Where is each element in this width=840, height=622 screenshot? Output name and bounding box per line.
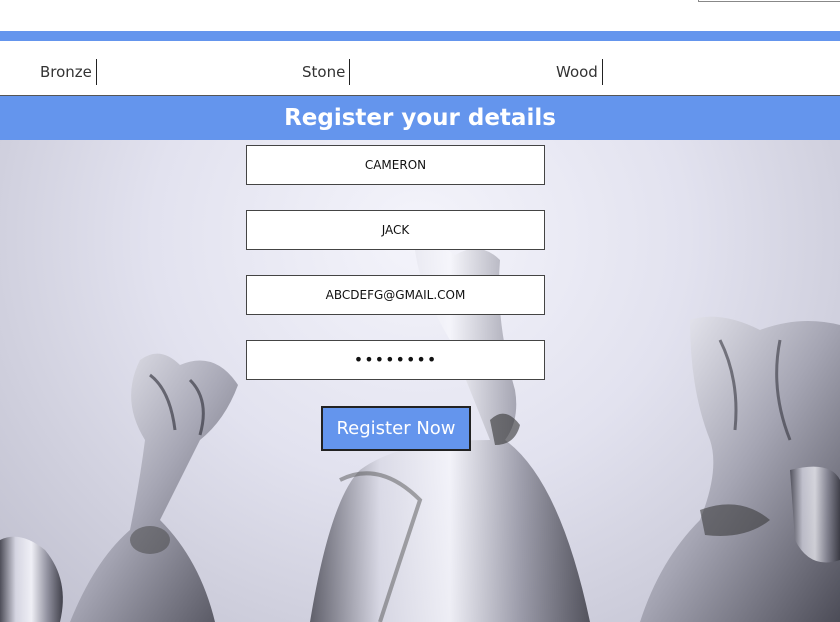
register-banner: Register your details bbox=[0, 96, 840, 140]
first-name-field[interactable]: JACK bbox=[246, 210, 545, 250]
nav-item-bronze[interactable]: Bronze bbox=[40, 59, 97, 85]
header-accent-stripe bbox=[0, 31, 840, 41]
page-title: Register your details bbox=[284, 105, 556, 131]
email-field[interactable]: ABCDEFG@GMAIL.COM bbox=[246, 275, 545, 315]
top-edge-box bbox=[698, 0, 840, 2]
last-name-field[interactable]: CAMERON bbox=[246, 145, 545, 185]
register-now-button[interactable]: Register Now bbox=[321, 406, 471, 451]
page: Bronze Stone Wood Register your details bbox=[0, 0, 840, 622]
category-nav: Bronze Stone Wood bbox=[0, 41, 840, 95]
nav-item-wood[interactable]: Wood bbox=[556, 59, 603, 85]
password-field[interactable]: •••••••• bbox=[246, 340, 545, 380]
nav-item-stone[interactable]: Stone bbox=[302, 59, 351, 85]
